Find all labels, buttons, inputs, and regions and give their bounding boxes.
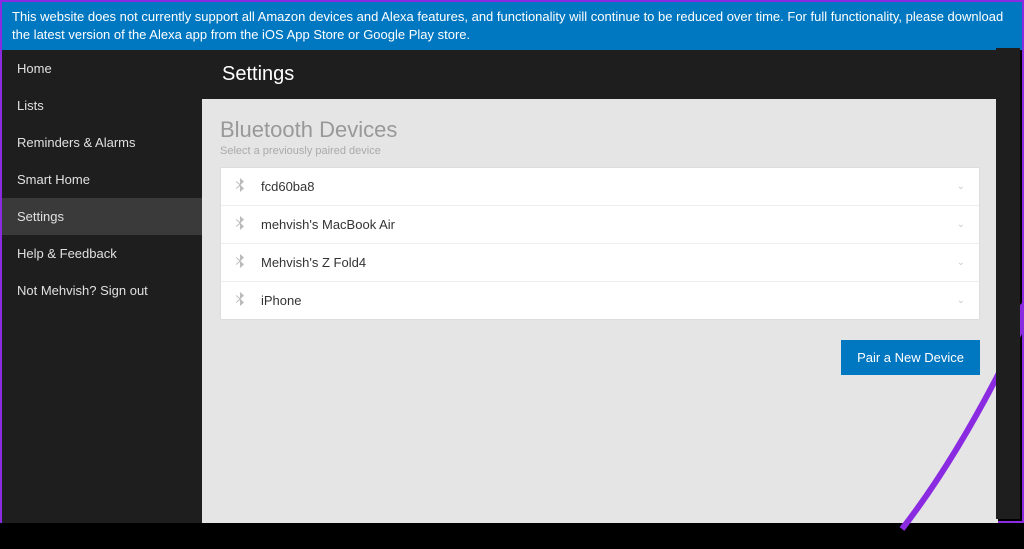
sidebar-item-settings[interactable]: Settings — [2, 198, 202, 235]
device-list: fcd60ba8 ⌄ mehvish's MacBook Air ⌄ Mehvi… — [220, 167, 980, 320]
device-name: Mehvish's Z Fold4 — [261, 255, 957, 270]
device-row[interactable]: mehvish's MacBook Air ⌄ — [221, 206, 979, 244]
device-row[interactable]: iPhone ⌄ — [221, 282, 979, 319]
sidebar-item-home[interactable]: Home — [2, 50, 202, 87]
sidebar-item-signout[interactable]: Not Mehvish? Sign out — [2, 272, 202, 309]
sidebar-item-smart-home[interactable]: Smart Home — [2, 161, 202, 198]
pair-new-device-button[interactable]: Pair a New Device — [841, 340, 980, 375]
warning-banner-text: This website does not currently support … — [12, 9, 1003, 42]
sidebar-item-lists[interactable]: Lists — [2, 87, 202, 124]
device-row[interactable]: fcd60ba8 ⌄ — [221, 168, 979, 206]
device-name: iPhone — [261, 293, 957, 308]
page-header: Settings — [202, 50, 998, 99]
chevron-down-icon: ⌄ — [957, 219, 965, 230]
page-title: Settings — [222, 63, 294, 85]
sidebar-item-label: Lists — [17, 98, 44, 113]
sidebar-item-reminders[interactable]: Reminders & Alarms — [2, 124, 202, 161]
content-area: Bluetooth Devices Select a previously pa… — [202, 99, 998, 523]
chevron-down-icon: ⌄ — [957, 181, 965, 192]
sidebar-item-label: Not Mehvish? Sign out — [17, 283, 148, 298]
sidebar-item-label: Home — [17, 61, 52, 76]
device-name: mehvish's MacBook Air — [261, 217, 957, 232]
section-subtitle: Select a previously paired device — [220, 145, 980, 157]
sidebar-item-label: Smart Home — [17, 172, 90, 187]
device-name: fcd60ba8 — [261, 179, 957, 194]
sidebar: Home Lists Reminders & Alarms Smart Home… — [2, 50, 202, 523]
sidebar-item-help[interactable]: Help & Feedback — [2, 235, 202, 272]
bluetooth-icon — [235, 216, 245, 233]
section-title: Bluetooth Devices — [220, 117, 980, 143]
sidebar-item-label: Help & Feedback — [17, 246, 117, 261]
pair-button-label: Pair a New Device — [857, 350, 964, 365]
warning-banner: This website does not currently support … — [2, 2, 1022, 50]
bluetooth-icon — [235, 254, 245, 271]
chevron-down-icon: ⌄ — [957, 257, 965, 268]
sidebar-item-label: Reminders & Alarms — [17, 135, 135, 150]
bluetooth-icon — [235, 292, 245, 309]
chevron-down-icon: ⌄ — [957, 295, 965, 306]
right-gutter — [996, 48, 1020, 519]
sidebar-item-label: Settings — [17, 209, 64, 224]
device-row[interactable]: Mehvish's Z Fold4 ⌄ — [221, 244, 979, 282]
bluetooth-icon — [235, 178, 245, 195]
